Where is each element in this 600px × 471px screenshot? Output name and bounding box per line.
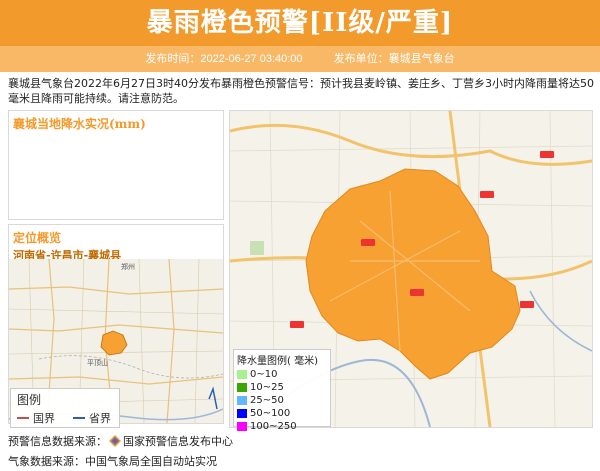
- province-border-label: 省界: [89, 412, 111, 425]
- warning-source-link[interactable]: 国家预警信息发布中心: [123, 433, 233, 449]
- overview-legend-title: 图例: [17, 393, 42, 407]
- rainfall-legend: 降水量图例( 毫米) 0~10 10~25 25~50 50~100 100~2…: [233, 349, 331, 432]
- country-border-label: 国界: [33, 412, 55, 425]
- warning-title: 暴雨橙色预警[II级/严重]: [0, 0, 600, 46]
- rainfall-legend-item: 25~50: [237, 394, 327, 407]
- warning-center-logo-icon: [109, 435, 121, 447]
- rainfall-legend-item: 50~100: [237, 407, 327, 420]
- overview-legend-row: 国界 省界: [17, 410, 113, 426]
- publisher: 发布单位：襄城县气象台: [333, 53, 455, 65]
- rainfall-legend-item: 0~10: [237, 368, 327, 381]
- rainfall-legend-label: 25~50: [250, 395, 284, 406]
- rainfall-legend-label: 50~100: [250, 408, 291, 419]
- publish-info-bar: 发布时间：2022-06-27 03:40:00 发布单位：襄城县气象台: [0, 46, 600, 72]
- overview-legend: 图例 国界 省界: [10, 388, 120, 428]
- publish-time: 发布时间：2022-06-27 03:40:00: [145, 53, 303, 65]
- rainfall-legend-label: 0~10: [250, 369, 278, 380]
- rainfall-legend-label: 100~250: [250, 421, 297, 432]
- rainfall-legend-item: 10~25: [237, 381, 327, 394]
- rainfall-swatch: [237, 383, 247, 392]
- rainfall-legend-title: 降水量图例( 毫米): [237, 356, 318, 367]
- rainfall-swatch: [237, 409, 247, 418]
- rainfall-swatch: [237, 422, 247, 431]
- rainfall-swatch: [237, 396, 247, 405]
- warning-source-line: 预警信息数据来源： 国家预警信息发布中心: [8, 433, 233, 449]
- country-border-icon: [17, 417, 29, 419]
- warning-source-prefix: 预警信息数据来源：: [8, 435, 107, 448]
- rain-observation-panel: 襄城当地降水实况(mm): [8, 110, 224, 220]
- province-border-icon: [73, 417, 85, 419]
- rain-panel-title: 襄城当地降水实况(mm): [13, 117, 146, 131]
- weather-data-source: 气象数据来源：中国气象局全国自动站实况: [8, 455, 217, 468]
- location-panel-title: 定位概览: [13, 231, 62, 245]
- svg-text:平顶山: 平顶山: [87, 358, 108, 367]
- warning-description: 襄城县气象台2022年6月27日3时40分发布暴雨橙色预警信号：预计我县麦岭镇、…: [8, 77, 594, 105]
- rainfall-legend-item: 100~250: [237, 420, 327, 433]
- rainfall-swatch: [237, 370, 247, 379]
- svg-text:郑州: 郑州: [121, 263, 135, 271]
- rainfall-legend-label: 10~25: [250, 382, 284, 393]
